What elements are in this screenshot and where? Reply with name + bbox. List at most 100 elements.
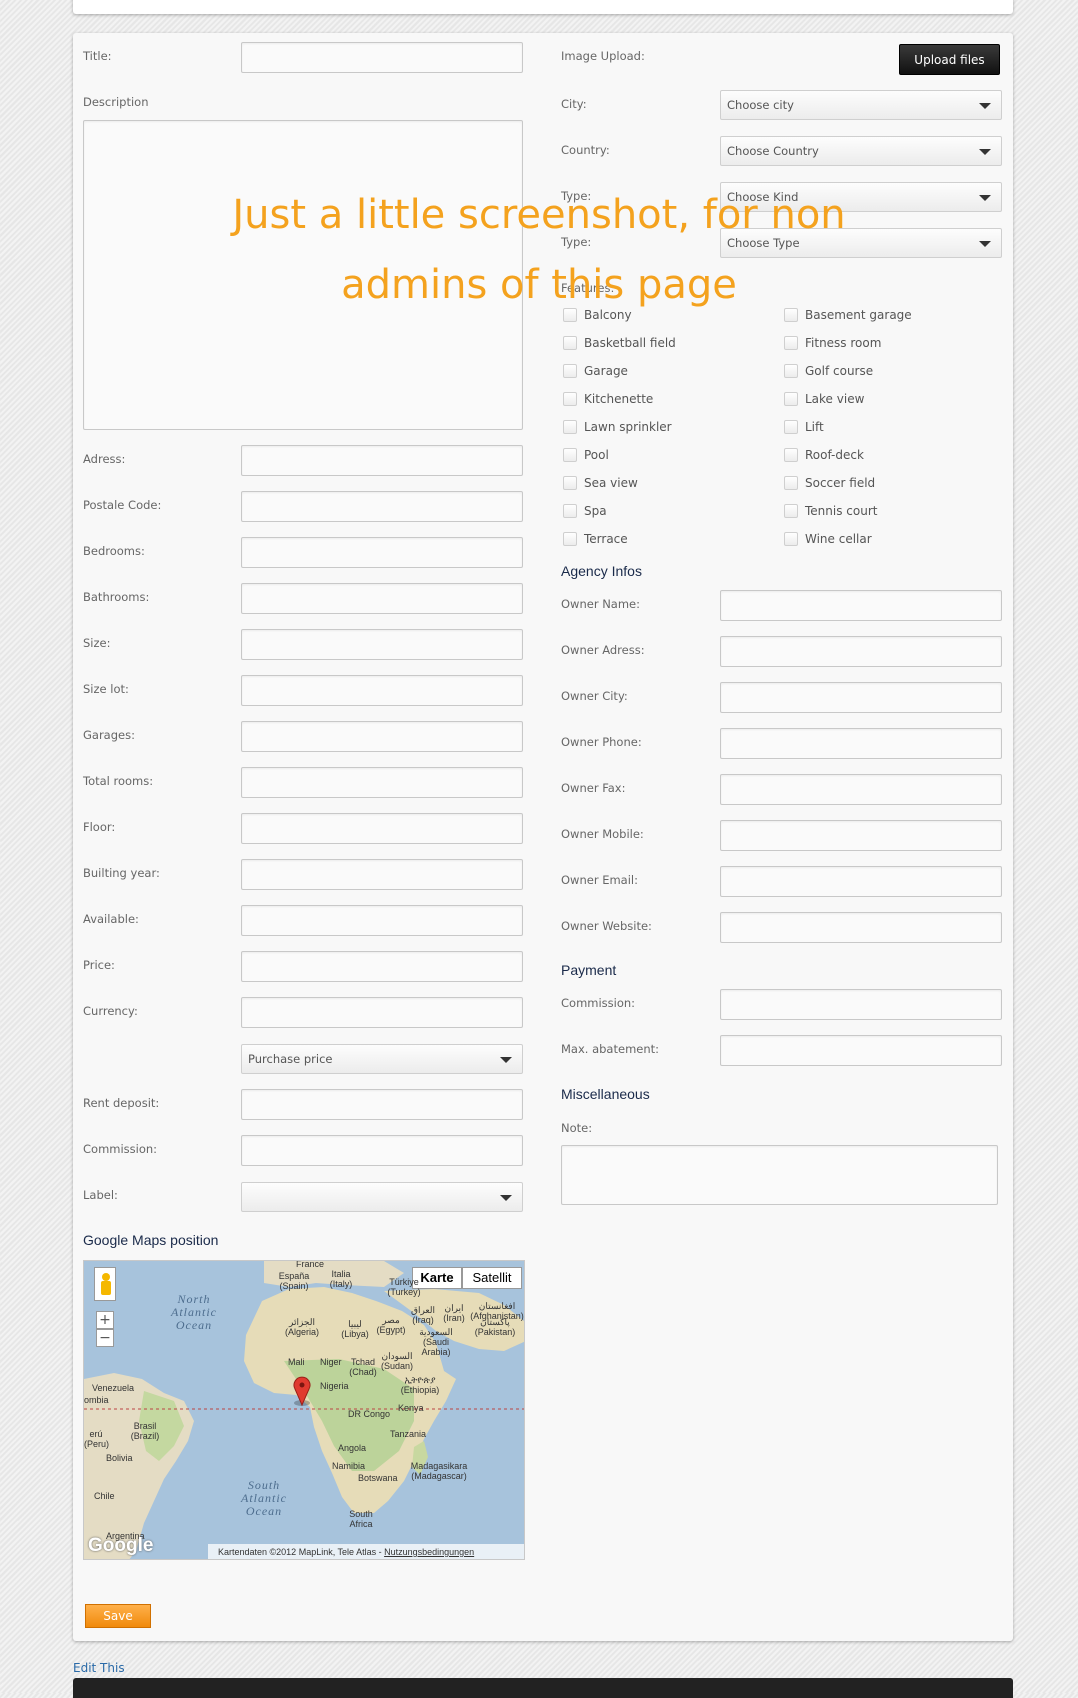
map-place-label: ኢትዮጵያ (Ethiopia): [400, 1375, 440, 1395]
feature-label: Kitchenette: [584, 392, 654, 406]
garages-input[interactable]: [241, 721, 523, 752]
kind-select[interactable]: Choose Kind: [720, 182, 1002, 212]
map-place-label: Brasil (Brazil): [130, 1421, 160, 1441]
miscellaneous-heading: Miscellaneous: [561, 1086, 650, 1102]
feature-checkbox-balcony[interactable]: [563, 308, 577, 322]
postal-code-input[interactable]: [241, 491, 523, 522]
owner-fax-label: Owner Fax:: [561, 781, 626, 795]
map-type-satellit-button[interactable]: Satellit: [462, 1267, 522, 1289]
feature-checkbox-tennis-court[interactable]: [784, 504, 798, 518]
max-abatement-input[interactable]: [720, 1035, 1002, 1066]
rent-deposit-input[interactable]: [241, 1089, 523, 1120]
chevron-down-icon: [500, 1195, 512, 1201]
feature-checkbox-pool[interactable]: [563, 448, 577, 462]
owner-city-input[interactable]: [720, 682, 1002, 713]
edit-this-link[interactable]: Edit This: [73, 1661, 125, 1675]
description-label: Description: [83, 95, 149, 109]
total-rooms-label: Total rooms:: [83, 774, 154, 788]
owner-mobile-label: Owner Mobile:: [561, 827, 644, 841]
street-view-pegman-icon[interactable]: [94, 1267, 116, 1301]
image-upload-label: Image Upload:: [561, 49, 645, 63]
feature-checkbox-lawn-sprinkler[interactable]: [563, 420, 577, 434]
feature-checkbox-basement-garage[interactable]: [784, 308, 798, 322]
feature-checkbox-basketball-field[interactable]: [563, 336, 577, 350]
floor-input[interactable]: [241, 813, 523, 844]
chevron-down-icon: [979, 241, 991, 247]
bathrooms-input[interactable]: [241, 583, 523, 614]
zoom-in-icon[interactable]: +: [96, 1311, 114, 1329]
ocean-label: South Atlantic Ocean: [241, 1478, 287, 1518]
feature-label: Golf course: [805, 364, 874, 378]
save-button[interactable]: Save: [85, 1604, 151, 1628]
bedrooms-input[interactable]: [241, 537, 523, 568]
owner-fax-input[interactable]: [720, 774, 1002, 805]
upload-files-button[interactable]: Upload files: [899, 44, 1000, 75]
description-textarea[interactable]: [83, 120, 523, 430]
country-label: Country:: [561, 143, 610, 157]
building-year-input[interactable]: [241, 859, 523, 890]
feature-checkbox-fitness-room[interactable]: [784, 336, 798, 350]
size-input[interactable]: [241, 629, 523, 660]
type-label: Type:: [561, 235, 592, 249]
feature-checkbox-golf-course[interactable]: [784, 364, 798, 378]
map-place-label: France: [296, 1260, 325, 1269]
map-place-label: ليبيا (Libya): [341, 1319, 369, 1339]
chevron-down-icon: [979, 103, 991, 109]
title-input[interactable]: [241, 42, 523, 73]
map-place-label: ايران (Iran): [443, 1303, 465, 1323]
city-select[interactable]: Choose city: [720, 90, 1002, 120]
owner-website-label: Owner Website:: [561, 919, 652, 933]
zoom-out-icon[interactable]: −: [96, 1329, 114, 1347]
agency-infos-heading: Agency Infos: [561, 563, 642, 579]
owner-phone-label: Owner Phone:: [561, 735, 642, 749]
owner-website-input[interactable]: [720, 912, 1002, 943]
total-rooms-input[interactable]: [241, 767, 523, 798]
feature-checkbox-spa[interactable]: [563, 504, 577, 518]
owner-email-input[interactable]: [720, 866, 1002, 897]
payment-commission-input[interactable]: [720, 989, 1002, 1020]
feature-label: Terrace: [584, 532, 628, 546]
map-place-label: Mali: [288, 1357, 305, 1367]
feature-checkbox-kitchenette[interactable]: [563, 392, 577, 406]
note-label: Note:: [561, 1121, 593, 1135]
owner-phone-input[interactable]: [720, 728, 1002, 759]
country-select[interactable]: Choose Country: [720, 136, 1002, 166]
feature-checkbox-wine-cellar[interactable]: [784, 532, 798, 546]
size-lot-input[interactable]: [241, 675, 523, 706]
feature-label: Fitness room: [805, 336, 882, 350]
price-type-select[interactable]: Purchase price: [241, 1044, 523, 1074]
feature-label: Sea view: [584, 476, 638, 490]
owner-name-input[interactable]: [720, 590, 1002, 621]
ocean-label: North Atlantic Ocean: [171, 1292, 217, 1332]
price-input[interactable]: [241, 951, 523, 982]
note-textarea[interactable]: [561, 1145, 998, 1205]
payment-heading: Payment: [561, 962, 617, 978]
country-select-value: Choose Country: [727, 144, 819, 158]
owner-mobile-input[interactable]: [720, 820, 1002, 851]
type-select[interactable]: Choose Type: [720, 228, 1002, 258]
floor-label: Floor:: [83, 820, 116, 834]
feature-label: Garage: [584, 364, 628, 378]
type-select-value: Choose Type: [727, 236, 800, 250]
feature-checkbox-roof-deck[interactable]: [784, 448, 798, 462]
feature-label: Basement garage: [805, 308, 912, 322]
commission-input[interactable]: [241, 1135, 523, 1166]
owner-adress-input[interactable]: [720, 636, 1002, 667]
available-input[interactable]: [241, 905, 523, 936]
bathrooms-label: Bathrooms:: [83, 590, 150, 604]
price-label: Price:: [83, 958, 115, 972]
google-map[interactable]: + − Karte Satellit North Atlantic Ocean …: [83, 1260, 525, 1560]
map-copyright: Kartendaten ©2012 MapLink, Tele Atlas -: [218, 1547, 382, 1557]
footer-bar: [73, 1678, 1013, 1698]
feature-checkbox-terrace[interactable]: [563, 532, 577, 546]
map-terms-link[interactable]: Nutzungsbedingungen: [384, 1547, 474, 1557]
label-select[interactable]: [241, 1182, 523, 1212]
feature-checkbox-lake-view[interactable]: [784, 392, 798, 406]
feature-label: Roof-deck: [805, 448, 864, 462]
feature-checkbox-sea-view[interactable]: [563, 476, 577, 490]
adress-input[interactable]: [241, 445, 523, 476]
feature-checkbox-garage[interactable]: [563, 364, 577, 378]
feature-checkbox-soccer-field[interactable]: [784, 476, 798, 490]
feature-checkbox-lift[interactable]: [784, 420, 798, 434]
currency-input[interactable]: [241, 997, 523, 1028]
